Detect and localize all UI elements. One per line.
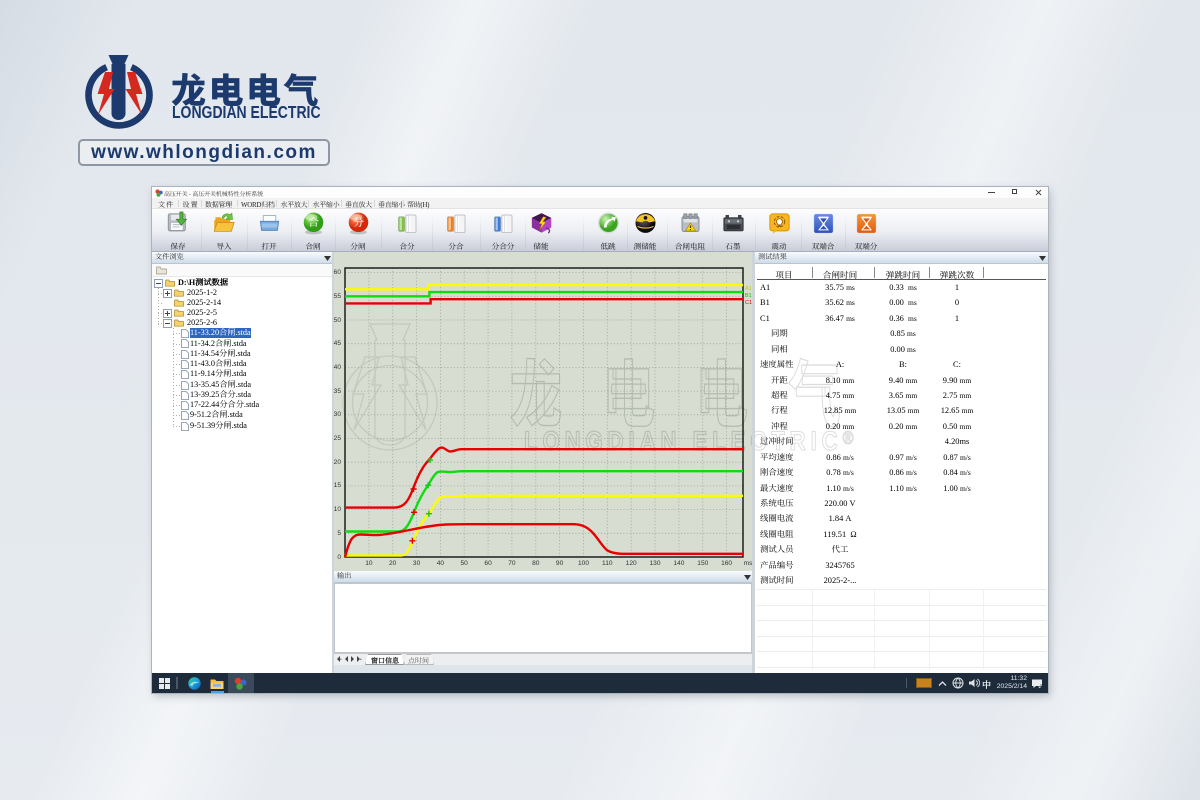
svg-text:C1: C1 <box>745 300 752 306</box>
svg-text:A1: A1 <box>745 286 752 292</box>
svg-text:B1: B1 <box>745 293 752 299</box>
svg-text:2: 2 <box>1040 685 1043 689</box>
svg-text:分: 分 <box>353 215 364 230</box>
svg-text:合: 合 <box>308 215 319 230</box>
